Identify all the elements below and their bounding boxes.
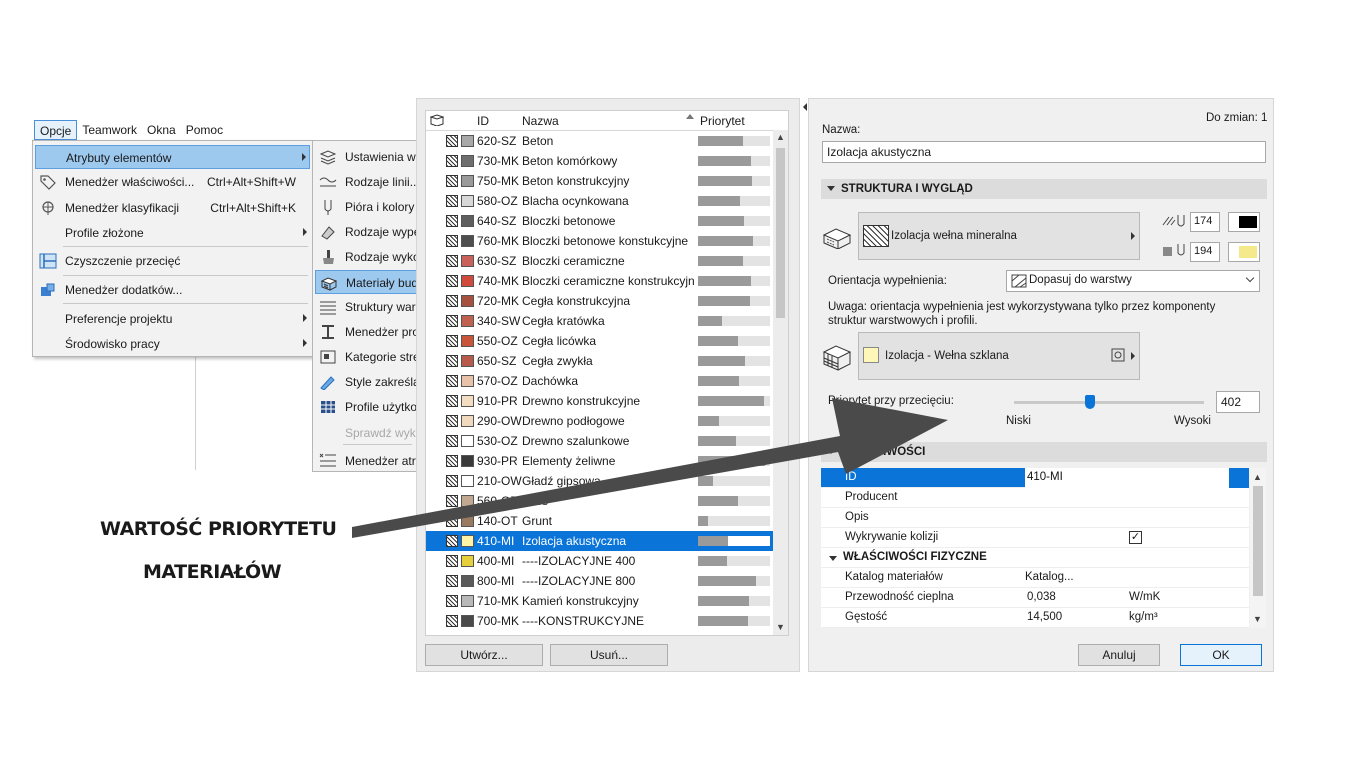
annotation-arrow (352, 398, 948, 538)
annotation-line-1: WARTOŚĆ PRIORYTETU (100, 518, 337, 540)
annotation-line-2: MATERIAŁÓW (143, 561, 282, 583)
